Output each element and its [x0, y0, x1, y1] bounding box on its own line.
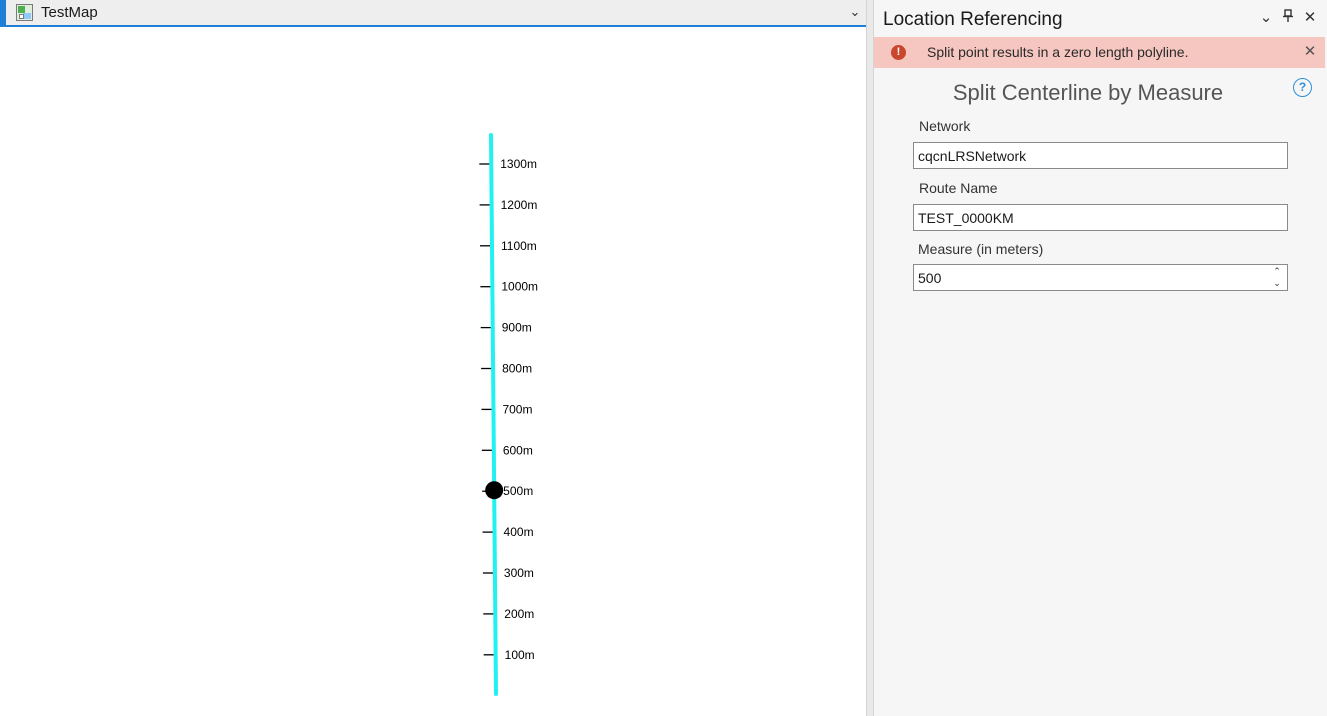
measure-tick-label: 1000m	[501, 280, 538, 294]
pin-icon[interactable]	[1280, 9, 1296, 27]
chevron-down-icon[interactable]: ⌄	[845, 3, 865, 21]
map-canvas[interactable]: 1300m 1200m 1100m 1000m 900m 800m 700m 600m 500m…	[0, 27, 866, 716]
measure-tick-label: 700m	[502, 402, 532, 416]
measure-label: Measure (in meters)	[918, 241, 1044, 257]
measure-tick-label: 1200m	[501, 198, 538, 212]
stepper-up-icon[interactable]: ⌃	[1267, 265, 1287, 277]
map-tab-title[interactable]: TestMap	[41, 4, 98, 22]
dismiss-error-icon[interactable]: ✕	[1301, 43, 1319, 61]
measure-tick-label: 500m	[503, 484, 533, 498]
network-field[interactable]	[913, 142, 1288, 169]
measure-tick-label: 900m	[502, 321, 532, 335]
tab-accent	[0, 0, 6, 25]
pane-options-chevron-icon[interactable]: ⌄	[1258, 9, 1274, 27]
location-referencing-pane: Location Referencing ⌄ ✕ ! Split point r…	[874, 0, 1327, 716]
map-view: TestMap ⌄ 1300m 1200m 1100m 1000m 900m 800m 70…	[0, 0, 866, 716]
measure-stepper[interactable]: ⌃ ⌄	[1267, 265, 1287, 289]
route-centerline[interactable]	[489, 133, 498, 696]
measure-tick-label: 400m	[504, 525, 534, 539]
stepper-down-icon[interactable]: ⌄	[1267, 277, 1287, 289]
error-message: Split point results in a zero length pol…	[927, 44, 1189, 60]
measure-ticks: 1300m 1200m 1100m 1000m 900m 800m 700m 600m 500m…	[479, 157, 538, 662]
app-window: TestMap ⌄ 1300m 1200m 1100m 1000m 900m 800m 70…	[0, 0, 1327, 716]
close-icon[interactable]: ✕	[1302, 9, 1318, 27]
help-icon[interactable]: ?	[1293, 78, 1312, 97]
route-name-label: Route Name	[919, 180, 998, 196]
tool-title: Split Centerline by Measure	[952, 80, 1224, 105]
network-label: Network	[919, 118, 971, 134]
measure-field[interactable]	[913, 264, 1288, 291]
pane-splitter[interactable]	[866, 0, 874, 716]
error-icon: !	[891, 45, 906, 60]
map-icon[interactable]	[16, 4, 33, 21]
measure-tick-label: 800m	[502, 362, 532, 376]
split-point-marker[interactable]	[485, 481, 504, 500]
measure-tick-label: 100m	[505, 648, 535, 662]
measure-tick-label: 1300m	[500, 157, 537, 171]
pin-icon-graphic	[1283, 9, 1293, 22]
measure-tick-label: 600m	[503, 443, 533, 457]
measure-tick-label: 1100m	[501, 239, 537, 253]
map-tab-bar: TestMap ⌄	[0, 0, 866, 27]
measure-tick-label: 200m	[504, 607, 534, 621]
route-drawing[interactable]: 1300m 1200m 1100m 1000m 900m 800m 700m 600m 500m…	[0, 27, 866, 716]
error-message-bar: ! Split point results in a zero length p…	[874, 37, 1325, 68]
measure-tick-label: 300m	[504, 566, 534, 580]
pane-title: Location Referencing	[883, 9, 1063, 30]
route-name-field[interactable]	[913, 204, 1288, 231]
